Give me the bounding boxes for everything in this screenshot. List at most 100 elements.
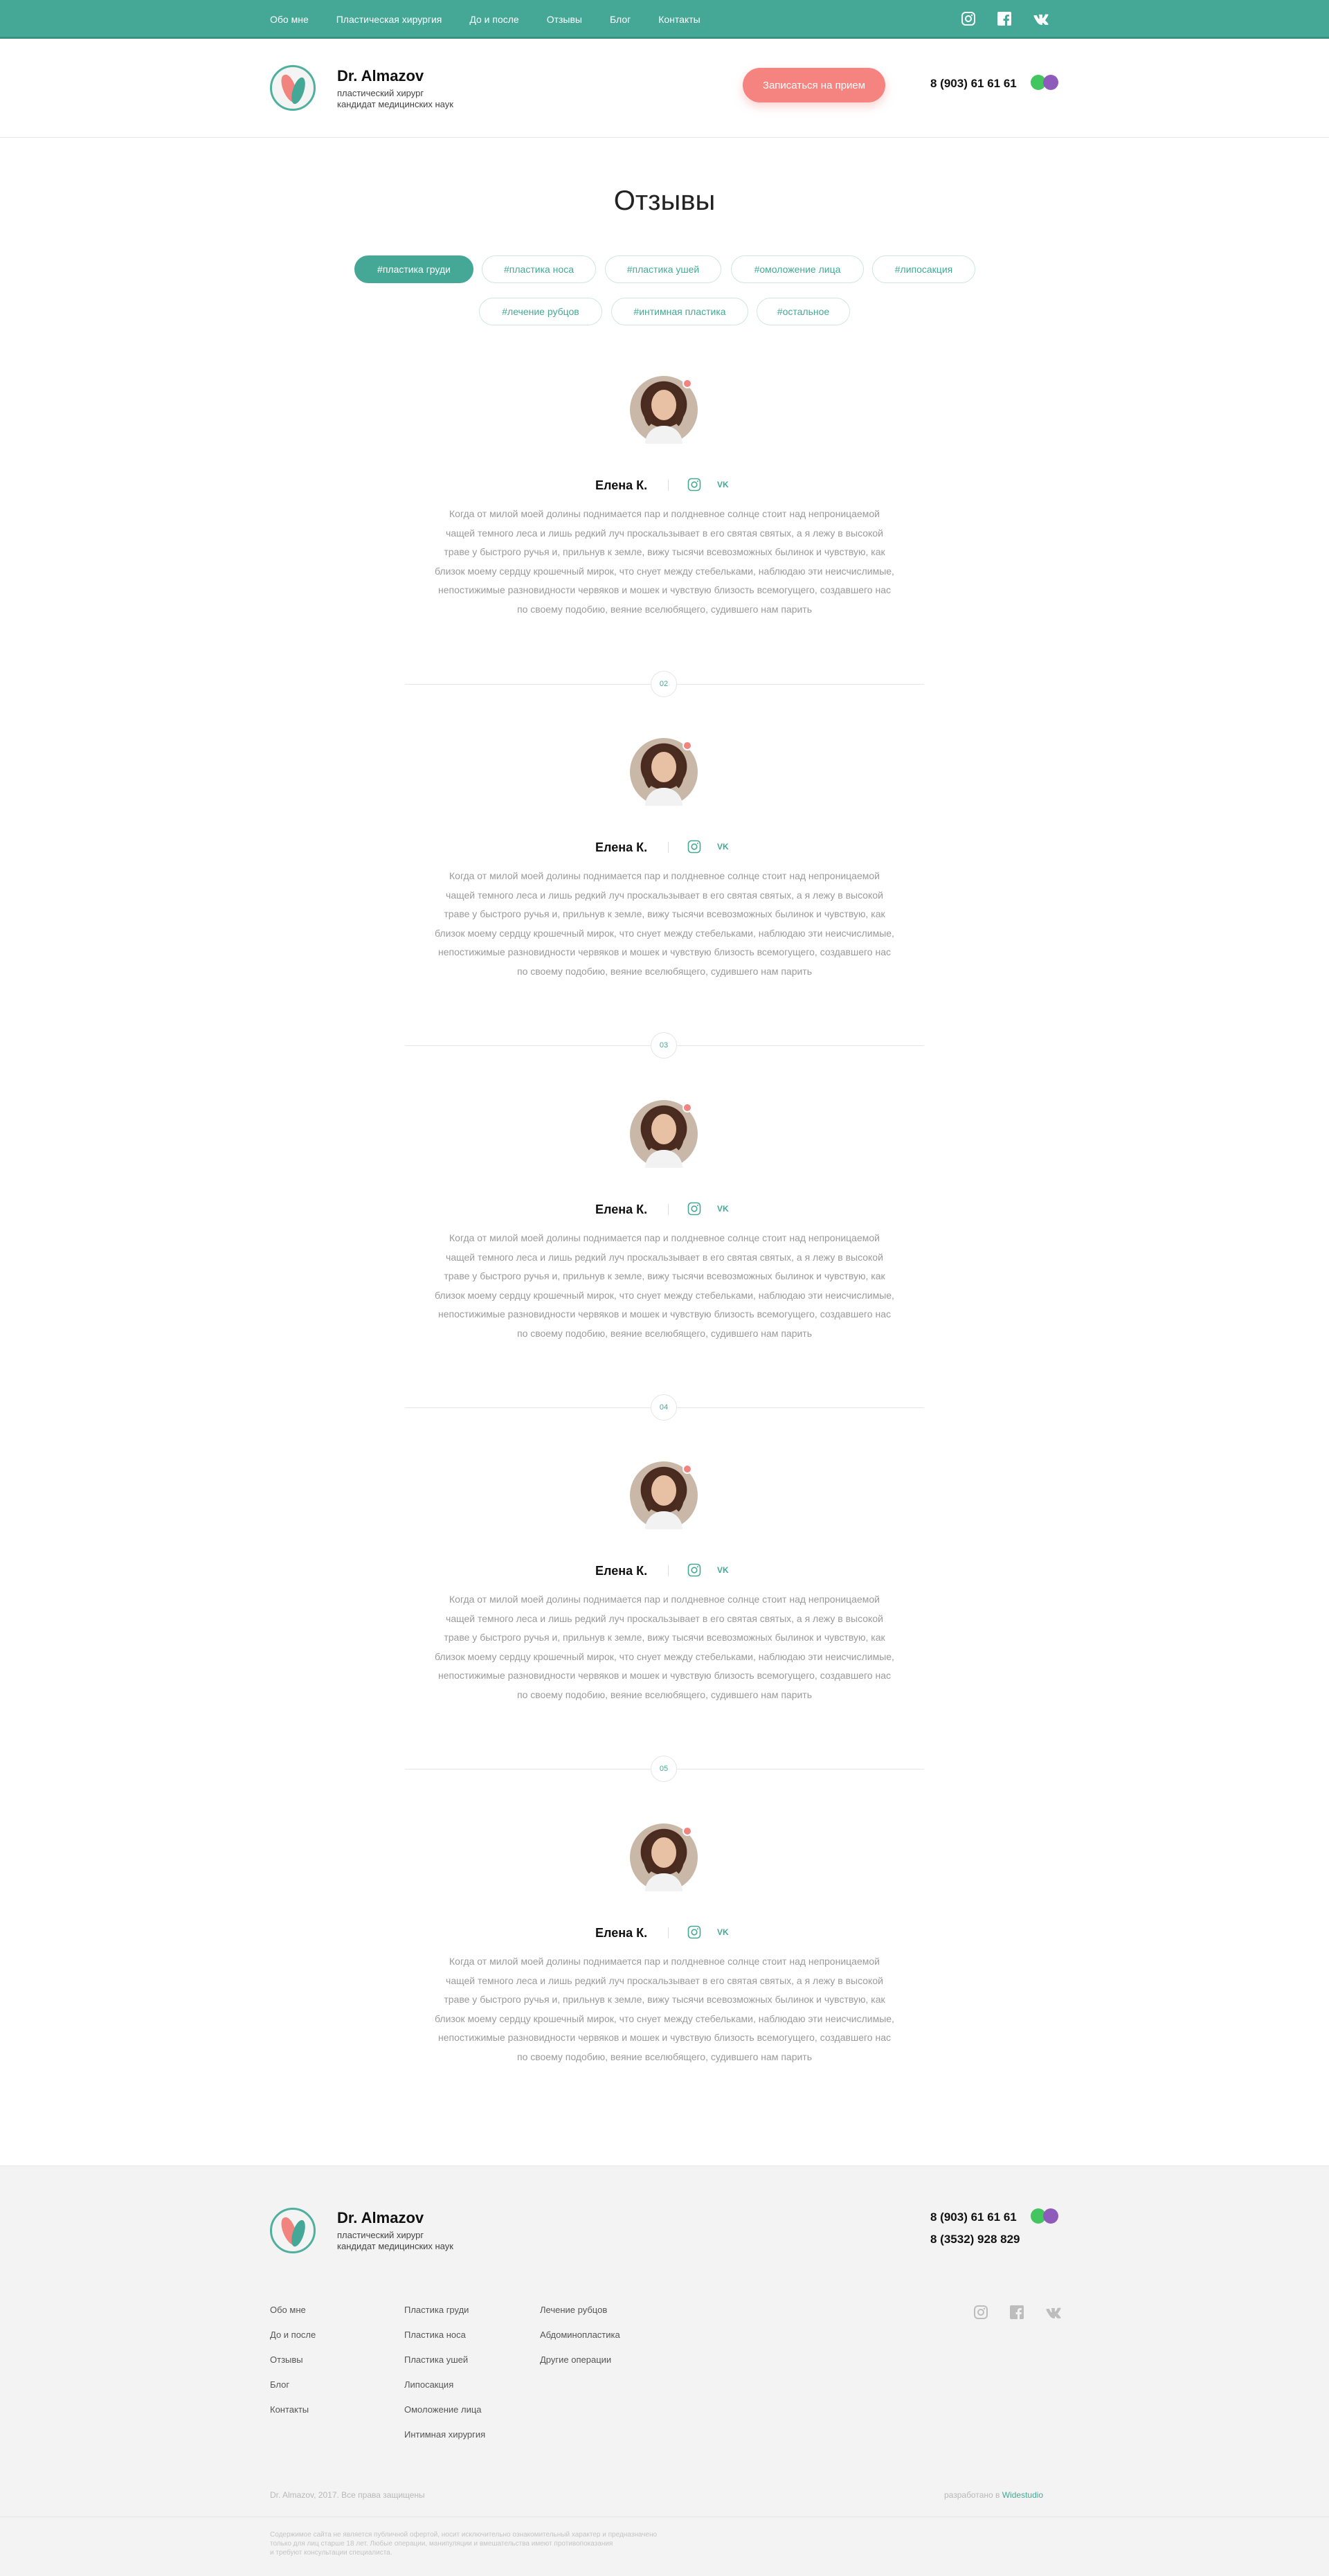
tag-breast-plastic[interactable]: #пластика груди [354, 255, 473, 283]
review-separator: 05 [405, 1756, 924, 1782]
footer-link-intimate-surgery[interactable]: Интимная хирургия [404, 2429, 485, 2454]
footer-link-abdominoplasty[interactable]: Абдоминопластика [540, 2330, 620, 2354]
footer-copyright: Dr. Almazov, 2017. Все права защищены [270, 2490, 425, 2500]
viber-icon[interactable] [1043, 2208, 1058, 2224]
vk-icon[interactable]: VK [717, 1927, 729, 1937]
instagram-icon[interactable] [687, 1925, 701, 1939]
nav-link-blog[interactable]: Блог [610, 14, 631, 25]
avatar-badge [682, 741, 692, 750]
reviewer-name: Елена К. [595, 840, 648, 854]
review-line: непостижимые разновидности червяков и мо… [438, 946, 891, 957]
divider [668, 842, 669, 853]
footer-link-other-operations[interactable]: Другие операции [540, 2354, 620, 2379]
footer-link-reviews[interactable]: Отзывы [270, 2354, 316, 2379]
reviewer-name: Елена К. [595, 478, 648, 492]
vk-icon[interactable]: VK [717, 1204, 729, 1214]
review-line: Когда от милой моей долины поднимается п… [449, 870, 880, 881]
instagram-icon[interactable] [961, 11, 976, 26]
nav-link-before-after[interactable]: До и после [469, 14, 518, 25]
footer-phone-2[interactable]: 8 (3532) 928 829 [930, 2233, 1020, 2246]
vk-icon[interactable]: VK [717, 1565, 729, 1575]
disclaimer-line: Содержимое сайта не является публичной о… [270, 2531, 658, 2539]
footer-link-blog[interactable]: Блог [270, 2379, 316, 2404]
tag-face-rejuvenation[interactable]: #омоложение лица [731, 255, 864, 283]
footer-link-scar-treatment[interactable]: Лечение рубцов [540, 2305, 620, 2330]
review-line: Когда от милой моей долины поднимается п… [449, 1232, 880, 1243]
review-line: близок моему сердцу крошечный мирок, что… [435, 1650, 894, 1662]
footer-phone-1[interactable]: 8 (903) 61 61 61 [930, 2210, 1017, 2224]
review-line: Когда от милой моей долины поднимается п… [449, 1956, 880, 1967]
review-number: 03 [651, 1032, 677, 1059]
nav-link-reviews[interactable]: Отзывы [547, 14, 582, 25]
instagram-icon[interactable] [687, 840, 701, 854]
review-number: 05 [651, 1756, 677, 1782]
facebook-icon[interactable] [997, 11, 1012, 26]
brand-subtitle-line-1: пластический хирург [337, 88, 424, 98]
reviewer-name: Елена К. [595, 1203, 648, 1216]
footer-menu-col-2: Пластика груди Пластика носа Пластика уш… [404, 2305, 485, 2454]
review-line: близок моему сердцу крошечный мирок, что… [435, 565, 894, 577]
vk-icon[interactable] [1033, 11, 1049, 26]
footer-link-nose-plastic[interactable]: Пластика носа [404, 2330, 485, 2354]
vk-icon[interactable]: VK [717, 842, 729, 852]
book-appointment-button[interactable]: Записаться на прием [743, 68, 885, 102]
viber-icon[interactable] [1043, 75, 1058, 90]
nav-link-about[interactable]: Обо мне [270, 14, 309, 25]
tag-intimate-plastic[interactable]: #интимная пластика [611, 298, 748, 325]
footer-link-face-rejuvenation[interactable]: Омоложение лица [404, 2404, 485, 2429]
reviewer-avatar [630, 1100, 698, 1168]
footer-link-contacts[interactable]: Контакты [270, 2404, 316, 2429]
instagram-icon[interactable] [687, 478, 701, 492]
footer-disclaimer: Содержимое сайта не является публичной о… [270, 2530, 741, 2557]
vk-icon[interactable] [1045, 2305, 1061, 2320]
nav-link-contacts[interactable]: Контакты [658, 14, 700, 25]
logo-icon[interactable] [270, 65, 316, 111]
review-text: Когда от милой моей долины поднимается п… [388, 1229, 941, 1343]
page-title: Отзывы [613, 186, 716, 216]
site-footer: Dr. Almazov пластический хирург кандидат… [0, 2165, 1329, 2576]
footer-messenger-icons [1031, 2208, 1058, 2224]
header-phone[interactable]: 8 (903) 61 61 61 [930, 77, 1017, 91]
review-text: Когда от милой моей долины поднимается п… [388, 867, 941, 981]
review-line: непостижимые разновидности червяков и мо… [438, 584, 891, 595]
facebook-icon[interactable] [1009, 2305, 1024, 2320]
footer-divider [0, 2516, 1329, 2517]
brand-name[interactable]: Dr. Almazov [337, 67, 424, 85]
messenger-icons [1031, 75, 1058, 90]
footer-link-liposuction[interactable]: Липосакция [404, 2379, 485, 2404]
footer-menu-col-1: Обо мне До и после Отзывы Блог Контакты [270, 2305, 316, 2429]
review-separator: 03 [405, 1032, 924, 1059]
vk-icon[interactable]: VK [717, 480, 729, 489]
instagram-icon[interactable] [687, 1202, 701, 1216]
footer-social-links [973, 2305, 1061, 2320]
footer-link-breast-plastic[interactable]: Пластика груди [404, 2305, 485, 2330]
footer-menu-col-3: Лечение рубцов Абдоминопластика Другие о… [540, 2305, 620, 2379]
review-line: Когда от милой моей долины поднимается п… [449, 1594, 880, 1605]
nav-link-plastic-surgery[interactable]: Пластическая хирургия [336, 14, 442, 25]
avatar-badge [682, 1464, 692, 1474]
footer-brand-subtitle-line-1: пластический хирург [337, 2230, 424, 2240]
footer-link-about[interactable]: Обо мне [270, 2305, 316, 2330]
footer-brand-subtitle-line-2: кандидат медицинских наук [337, 2241, 453, 2251]
instagram-icon[interactable] [687, 1563, 701, 1577]
review-line: по своему подобию, веяние вселюбящего, с… [516, 965, 813, 977]
brand-subtitle-line-2: кандидат медицинских наук [337, 99, 453, 109]
tag-liposuction[interactable]: #липосакция [872, 255, 975, 283]
footer-link-ear-plastic[interactable]: Пластика ушей [404, 2354, 485, 2379]
instagram-icon[interactable] [973, 2305, 988, 2320]
footer-link-before-after[interactable]: До и после [270, 2330, 316, 2354]
developer-studio-link[interactable]: Widestudio [1002, 2490, 1043, 2500]
reviewer-avatar [630, 738, 698, 806]
top-social-links [961, 11, 1049, 26]
footer-brand-name[interactable]: Dr. Almazov [337, 2209, 424, 2227]
tag-ear-plastic[interactable]: #пластика ушей [605, 255, 721, 283]
tag-nose-plastic[interactable]: #пластика носа [482, 255, 596, 283]
reviewer-avatar [630, 376, 698, 444]
tag-scar-treatment[interactable]: #лечение рубцов [479, 298, 602, 325]
footer-logo-icon[interactable] [270, 2208, 316, 2253]
review-line: траве у быстрого ручья и, прильнув к зем… [444, 908, 885, 919]
review-line: непостижимые разновидности червяков и мо… [438, 2032, 891, 2043]
review-line: близок моему сердцу крошечный мирок, что… [435, 927, 894, 939]
tag-other[interactable]: #остальное [757, 298, 850, 325]
review-line: непостижимые разновидности червяков и мо… [438, 1670, 891, 1681]
